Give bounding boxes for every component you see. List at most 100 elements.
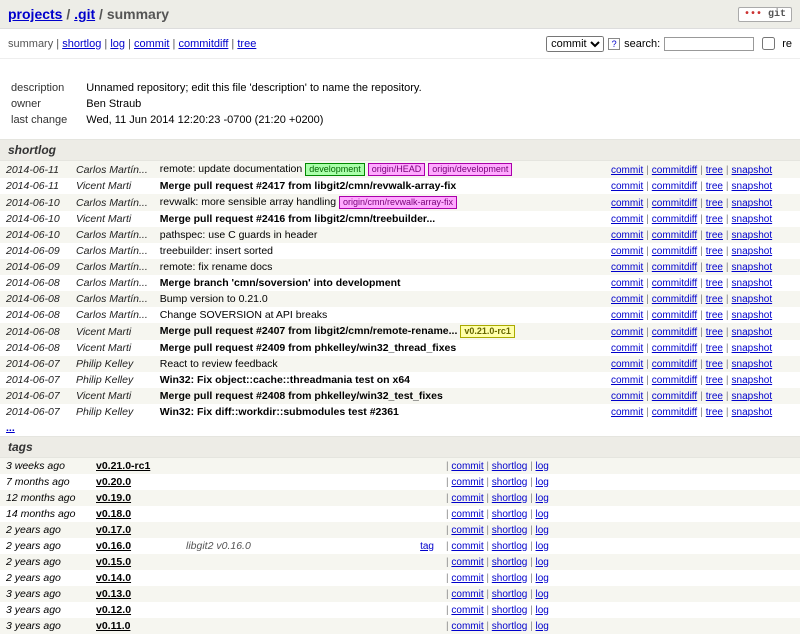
action-tree[interactable]: tree	[706, 294, 723, 305]
action-commitdiff[interactable]: commitdiff	[652, 359, 697, 370]
search-input[interactable]	[664, 37, 754, 51]
action-snapshot[interactable]: snapshot	[732, 214, 773, 225]
action-snapshot[interactable]: snapshot	[732, 181, 773, 192]
action-commitdiff[interactable]: commitdiff	[652, 246, 697, 257]
nav-log[interactable]: log	[110, 38, 125, 50]
action-log[interactable]: log	[536, 493, 549, 504]
action-commit[interactable]: commit	[611, 278, 643, 289]
action-commitdiff[interactable]: commitdiff	[652, 375, 697, 386]
action-commit[interactable]: commit	[611, 262, 643, 273]
action-log[interactable]: log	[536, 541, 549, 552]
action-commitdiff[interactable]: commitdiff	[652, 391, 697, 402]
action-commitdiff[interactable]: commitdiff	[652, 214, 697, 225]
action-snapshot[interactable]: snapshot	[732, 310, 773, 321]
help-icon[interactable]: ?	[608, 38, 620, 50]
tag-link[interactable]: v0.17.0	[96, 524, 131, 536]
tag-link[interactable]: v0.19.0	[96, 492, 131, 504]
tag-link[interactable]: v0.12.0	[96, 604, 131, 616]
nav-commitdiff[interactable]: commitdiff	[178, 38, 228, 50]
action-log[interactable]: log	[536, 525, 549, 536]
action-shortlog[interactable]: shortlog	[492, 477, 528, 488]
action-tree[interactable]: tree	[706, 327, 723, 338]
action-shortlog[interactable]: shortlog	[492, 525, 528, 536]
action-tree[interactable]: tree	[706, 375, 723, 386]
nav-commit[interactable]: commit	[134, 38, 169, 50]
action-commit[interactable]: commit	[451, 461, 483, 472]
action-commitdiff[interactable]: commitdiff	[652, 343, 697, 354]
action-commitdiff[interactable]: commitdiff	[652, 278, 697, 289]
action-commit[interactable]: commit	[451, 589, 483, 600]
action-commitdiff[interactable]: commitdiff	[652, 165, 697, 176]
action-tree[interactable]: tree	[706, 198, 723, 209]
action-log[interactable]: log	[536, 509, 549, 520]
action-shortlog[interactable]: shortlog	[492, 589, 528, 600]
breadcrumb-repo[interactable]: .git	[74, 6, 95, 22]
action-log[interactable]: log	[536, 621, 549, 632]
action-commit[interactable]: commit	[611, 391, 643, 402]
action-snapshot[interactable]: snapshot	[732, 294, 773, 305]
action-commit[interactable]: commit	[451, 525, 483, 536]
action-commit[interactable]: commit	[451, 557, 483, 568]
regex-checkbox[interactable]	[762, 37, 775, 50]
action-tree[interactable]: tree	[706, 278, 723, 289]
action-commit[interactable]: commit	[611, 294, 643, 305]
action-commit[interactable]: commit	[611, 230, 643, 241]
action-shortlog[interactable]: shortlog	[492, 605, 528, 616]
action-commit[interactable]: commit	[611, 165, 643, 176]
action-commit[interactable]: commit	[451, 621, 483, 632]
action-commit[interactable]: commit	[611, 359, 643, 370]
tag-link[interactable]: v0.20.0	[96, 476, 131, 488]
action-shortlog[interactable]: shortlog	[492, 461, 528, 472]
action-shortlog[interactable]: shortlog	[492, 493, 528, 504]
action-snapshot[interactable]: snapshot	[732, 407, 773, 418]
action-log[interactable]: log	[536, 573, 549, 584]
action-commit[interactable]: commit	[611, 181, 643, 192]
action-tree[interactable]: tree	[706, 262, 723, 273]
action-snapshot[interactable]: snapshot	[732, 391, 773, 402]
action-snapshot[interactable]: snapshot	[732, 327, 773, 338]
more-link[interactable]: ...	[6, 422, 15, 434]
action-tag[interactable]: tag	[420, 541, 434, 552]
action-commitdiff[interactable]: commitdiff	[652, 230, 697, 241]
tag-link[interactable]: v0.16.0	[96, 540, 131, 552]
action-log[interactable]: log	[536, 605, 549, 616]
action-tree[interactable]: tree	[706, 391, 723, 402]
action-snapshot[interactable]: snapshot	[732, 359, 773, 370]
action-commit[interactable]: commit	[451, 477, 483, 488]
action-commit[interactable]: commit	[451, 573, 483, 584]
action-snapshot[interactable]: snapshot	[732, 375, 773, 386]
action-shortlog[interactable]: shortlog	[492, 621, 528, 632]
nav-shortlog[interactable]: shortlog	[62, 38, 101, 50]
action-commit[interactable]: commit	[611, 246, 643, 257]
action-snapshot[interactable]: snapshot	[732, 278, 773, 289]
tag-link[interactable]: v0.18.0	[96, 508, 131, 520]
action-commit[interactable]: commit	[451, 605, 483, 616]
tag-link[interactable]: v0.14.0	[96, 572, 131, 584]
action-tree[interactable]: tree	[706, 359, 723, 370]
action-commit[interactable]: commit	[611, 327, 643, 338]
action-commit[interactable]: commit	[611, 214, 643, 225]
action-tree[interactable]: tree	[706, 165, 723, 176]
action-log[interactable]: log	[536, 461, 549, 472]
breadcrumb-projects[interactable]: projects	[8, 6, 62, 22]
action-tree[interactable]: tree	[706, 343, 723, 354]
action-commitdiff[interactable]: commitdiff	[652, 294, 697, 305]
action-snapshot[interactable]: snapshot	[732, 165, 773, 176]
action-commit[interactable]: commit	[611, 407, 643, 418]
action-commitdiff[interactable]: commitdiff	[652, 181, 697, 192]
tag-link[interactable]: v0.21.0-rc1	[96, 460, 150, 472]
action-snapshot[interactable]: snapshot	[732, 343, 773, 354]
action-tree[interactable]: tree	[706, 214, 723, 225]
action-tree[interactable]: tree	[706, 246, 723, 257]
action-commitdiff[interactable]: commitdiff	[652, 198, 697, 209]
action-commitdiff[interactable]: commitdiff	[652, 262, 697, 273]
action-commit[interactable]: commit	[611, 198, 643, 209]
action-snapshot[interactable]: snapshot	[732, 230, 773, 241]
action-snapshot[interactable]: snapshot	[732, 246, 773, 257]
action-log[interactable]: log	[536, 589, 549, 600]
action-commitdiff[interactable]: commitdiff	[652, 327, 697, 338]
action-commitdiff[interactable]: commitdiff	[652, 310, 697, 321]
action-commit[interactable]: commit	[611, 343, 643, 354]
action-shortlog[interactable]: shortlog	[492, 557, 528, 568]
action-commit[interactable]: commit	[611, 310, 643, 321]
